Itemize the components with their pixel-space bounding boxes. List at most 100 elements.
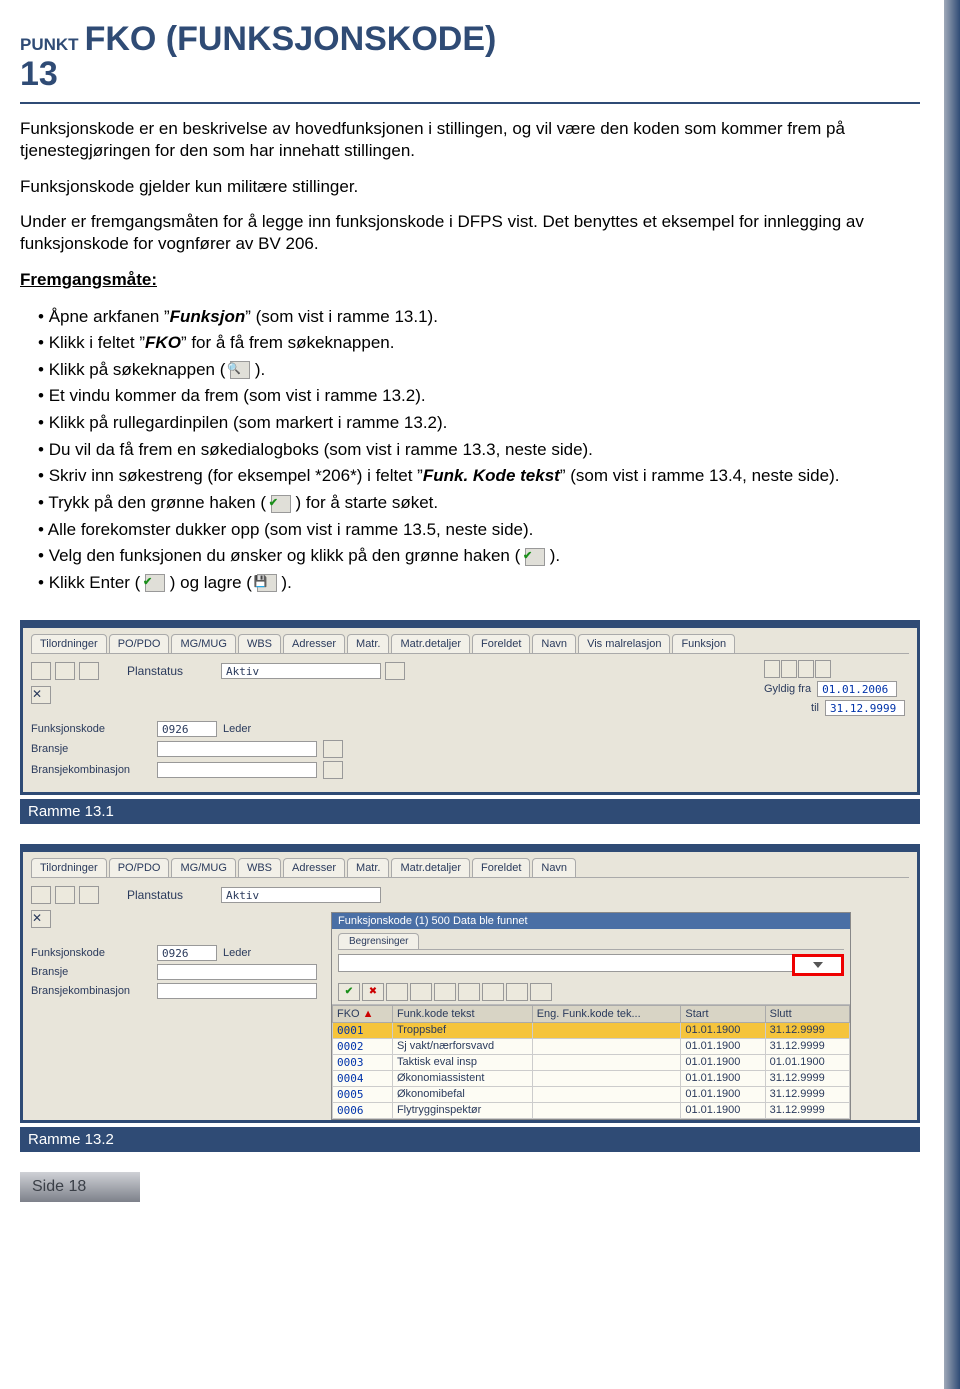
column-header[interactable]: Slutt [765, 1005, 849, 1022]
nav-last-icon[interactable] [815, 660, 831, 678]
table-cell: Økonomibefal [392, 1086, 532, 1102]
fko-code-input[interactable]: 0926 [157, 945, 217, 961]
table-cell: 0004 [333, 1070, 393, 1086]
toolbar-button[interactable] [31, 886, 51, 904]
fko-code-input[interactable]: 0926 [157, 721, 217, 737]
tab-po-pdo[interactable]: PO/PDO [109, 858, 170, 877]
column-header[interactable]: Funk.kode tekst [392, 1005, 532, 1022]
tabs-row-2: TilordningerPO/PDOMG/MUGWBSAdresserMatr.… [31, 858, 909, 878]
fko-label: Funksjonskode [31, 723, 151, 735]
b2-term: FKO [145, 333, 181, 352]
til-input[interactable]: 31.12.9999 [825, 700, 905, 716]
bransjekomb-input[interactable] [157, 762, 317, 778]
dropdown-button[interactable] [385, 662, 405, 680]
tab-mg-mug[interactable]: MG/MUG [171, 858, 235, 877]
table-row[interactable]: 0005Økonomibefal01.01.190031.12.9999 [333, 1086, 850, 1102]
tab-wbs[interactable]: WBS [238, 634, 281, 653]
tab-vis-malrelasjon[interactable]: Vis malrelasjon [578, 634, 670, 653]
toolbar-button[interactable] [410, 983, 432, 1001]
table-cell: 0002 [333, 1038, 393, 1054]
check-icon: ✔ [525, 548, 545, 566]
toolbar-button[interactable] [506, 983, 528, 1001]
frame-caption-2: Ramme 13.2 [20, 1127, 920, 1152]
column-header[interactable]: Start [681, 1005, 765, 1022]
bransje-input[interactable] [157, 964, 317, 980]
toolbar-button[interactable] [386, 983, 408, 1001]
planstatus-label: Planstatus [127, 664, 183, 678]
tab-adresser[interactable]: Adresser [283, 858, 345, 877]
tab-tilordninger[interactable]: Tilordninger [31, 858, 107, 877]
planstatus-input[interactable]: Aktiv [221, 887, 381, 903]
toolbar-button[interactable] [79, 662, 99, 680]
enter-check-icon: ✔ [145, 574, 165, 592]
title-rule [20, 102, 920, 104]
table-cell: 01.01.1900 [681, 1022, 765, 1038]
popup-tab[interactable]: Begrensinger [338, 933, 419, 949]
table-cell [532, 1086, 681, 1102]
toolbar-button[interactable] [55, 662, 75, 680]
table-cell: 31.12.9999 [765, 1022, 849, 1038]
table-row[interactable]: 0002Sj vakt/nærforsvavd 01.01.190031.12.9… [333, 1038, 850, 1054]
table-row[interactable]: 0006Flytrygginspektør01.01.190031.12.999… [333, 1102, 850, 1118]
nav-first-icon[interactable] [764, 660, 780, 678]
toolbar-button[interactable] [530, 983, 552, 1001]
table-cell: 01.01.1900 [681, 1102, 765, 1118]
dropdown-button[interactable] [323, 761, 343, 779]
gyldig-fra-label: Gyldig fra [764, 683, 811, 695]
gyldig-fra-input[interactable]: 01.01.2006 [817, 681, 897, 697]
tab-matr-[interactable]: Matr. [347, 634, 389, 653]
popup-search-input[interactable] [338, 954, 793, 972]
tab-matr-detaljer[interactable]: Matr.detaljer [391, 858, 470, 877]
b7-term: Funk. Kode tekst [423, 466, 560, 485]
table-row[interactable]: 0001Troppsbef01.01.190031.12.9999 [333, 1022, 850, 1038]
intro-para-1: Funksjonskode er en beskrivelse av hoved… [20, 118, 920, 162]
toolbar-button[interactable] [434, 983, 456, 1001]
table-cell: Økonomiassistent [392, 1070, 532, 1086]
tab-foreldet[interactable]: Foreldet [472, 634, 530, 653]
table-cell: 01.01.1900 [681, 1070, 765, 1086]
fko-text: Leder [223, 723, 251, 735]
cancel-button[interactable]: ✖ [362, 983, 384, 1001]
table-cell [532, 1038, 681, 1054]
tab-navn[interactable]: Navn [532, 858, 576, 877]
toolbar-button[interactable] [458, 983, 480, 1001]
tab-mg-mug[interactable]: MG/MUG [171, 634, 235, 653]
table-cell: 01.01.1900 [765, 1054, 849, 1070]
toolbar-button[interactable] [55, 886, 75, 904]
close-button[interactable]: ✕ [31, 686, 51, 704]
tab-matr-[interactable]: Matr. [347, 858, 389, 877]
tab-tilordninger[interactable]: Tilordninger [31, 634, 107, 653]
nav-prev-icon[interactable] [781, 660, 797, 678]
toolbar-button[interactable] [79, 886, 99, 904]
accept-button[interactable]: ✔ [338, 983, 360, 1001]
popup-toolbar: ✔ ✖ [332, 980, 850, 1005]
result-table: FKO ▲Funk.kode tekstEng. Funk.kode tek..… [332, 1005, 850, 1119]
tab-navn[interactable]: Navn [532, 634, 576, 653]
table-cell: 0003 [333, 1054, 393, 1070]
table-cell: 01.01.1900 [681, 1054, 765, 1070]
table-row[interactable]: 0004Økonomiassistent01.01.190031.12.9999 [333, 1070, 850, 1086]
table-cell: 01.01.1900 [681, 1038, 765, 1054]
tab-po-pdo[interactable]: PO/PDO [109, 634, 170, 653]
table-cell: 01.01.1900 [681, 1086, 765, 1102]
bransje-input[interactable] [157, 741, 317, 757]
toolbar-button[interactable] [31, 662, 51, 680]
tab-adresser[interactable]: Adresser [283, 634, 345, 653]
dropdown-button[interactable] [323, 740, 343, 758]
table-row[interactable]: 0003Taktisk eval insp01.01.190001.01.190… [333, 1054, 850, 1070]
planstatus-input[interactable]: Aktiv [221, 663, 381, 679]
table-cell: 31.12.9999 [765, 1038, 849, 1054]
column-header[interactable]: Eng. Funk.kode tek... [532, 1005, 681, 1022]
table-cell: Sj vakt/nærforsvavd [392, 1038, 532, 1054]
tab-matr-detaljer[interactable]: Matr.detaljer [391, 634, 470, 653]
tab-foreldet[interactable]: Foreldet [472, 858, 530, 877]
nav-next-icon[interactable] [798, 660, 814, 678]
highlighted-dropdown[interactable] [792, 954, 844, 976]
b6-text: Du vil da få frem en søkedialogboks (som… [49, 440, 593, 459]
close-button[interactable]: ✕ [31, 910, 51, 928]
bransjekomb-input[interactable] [157, 983, 317, 999]
tab-wbs[interactable]: WBS [238, 858, 281, 877]
toolbar-button[interactable] [482, 983, 504, 1001]
tab-funksjon[interactable]: Funksjon [672, 634, 735, 653]
column-header[interactable]: FKO ▲ [333, 1005, 393, 1022]
